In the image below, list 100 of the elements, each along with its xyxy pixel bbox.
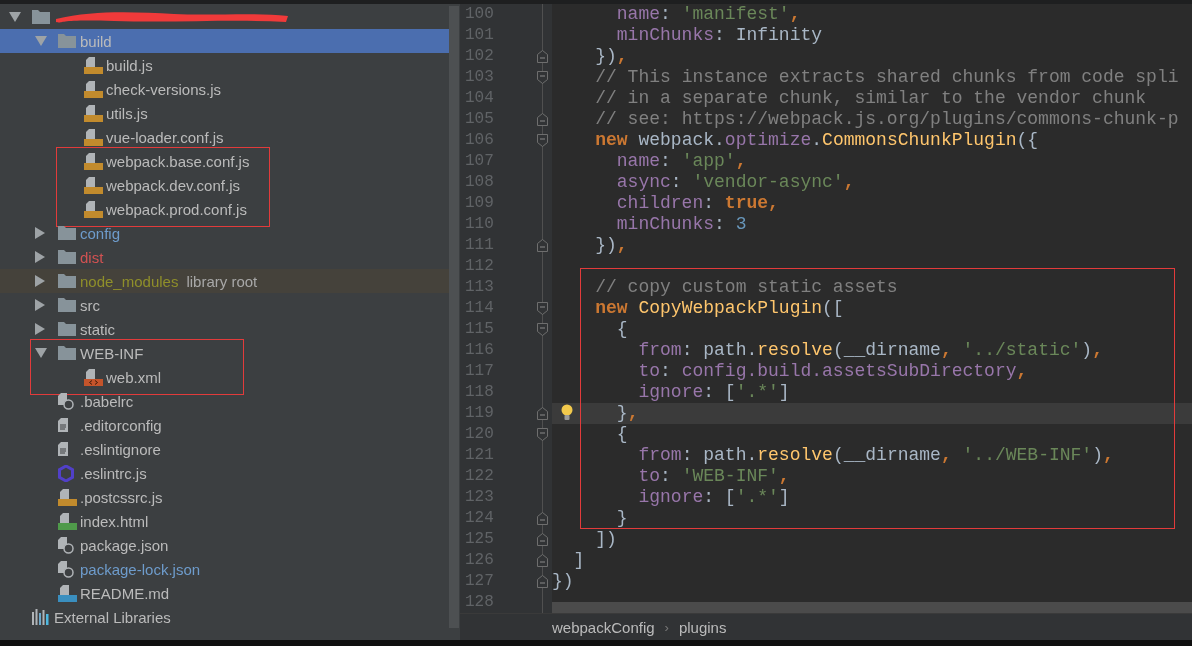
code-line: new CopyWebpackPlugin([ <box>595 298 844 319</box>
code-line: name: 'manifest', <box>616 4 801 25</box>
caret-right-icon[interactable] <box>34 298 46 312</box>
js-file-icon <box>84 200 103 218</box>
tree-item[interactable]: .editorconfig <box>0 413 449 437</box>
tree-item[interactable]: WEB-INF <box>0 341 449 365</box>
code-line: }) <box>552 571 574 592</box>
tree-item[interactable]: utils.js <box>0 101 449 125</box>
caret-right-icon[interactable] <box>34 322 46 336</box>
tree-item[interactable]: README.md <box>0 581 449 605</box>
code-line: ignore: ['.*'] <box>638 487 790 508</box>
fold-marker-icon[interactable] <box>537 239 548 252</box>
tree-item[interactable]: web.xml <box>0 365 449 389</box>
tree-item[interactable]: check-versions.js <box>0 77 449 101</box>
breadcrumb[interactable]: webpackConfig <box>552 618 655 636</box>
js-file-icon <box>84 104 103 122</box>
js-file-icon <box>58 488 77 506</box>
fold-marker-icon[interactable] <box>537 533 548 546</box>
file-name: .postcssrc.js <box>80 488 163 506</box>
code-line: // see: https://webpack.js.org/plugins/commons-chunk-p <box>595 109 1179 130</box>
folder-name: src <box>80 296 100 314</box>
tree-item[interactable]: index.html <box>0 509 449 533</box>
file-name: webpack.base.conf.js <box>106 152 250 170</box>
tree-item[interactable]: webpack.prod.conf.js <box>0 197 449 221</box>
file-name: utils.js <box>106 104 148 122</box>
file-name: webpack.dev.conf.js <box>106 176 240 194</box>
code-line: { <box>616 319 628 340</box>
code-line: }), <box>595 46 628 67</box>
folder-icon <box>58 346 76 360</box>
code-line: from: path.resolve(__dirname, '../WEB-INF'), <box>638 445 1114 466</box>
tree-item[interactable]: static <box>0 317 449 341</box>
file-name: .babelrc <box>80 392 134 410</box>
js-file-icon <box>84 128 103 146</box>
fold-marker-icon[interactable] <box>537 407 548 420</box>
tree-item[interactable]: package-lock.json <box>0 557 449 581</box>
file-name: package.json <box>80 536 169 554</box>
code-line: children: true, <box>616 193 779 214</box>
caret-right-icon[interactable] <box>34 274 46 288</box>
scrollbar[interactable] <box>449 6 459 628</box>
lightbulb-icon[interactable] <box>561 404 573 422</box>
fold-marker-icon[interactable] <box>537 575 548 588</box>
library-root-note: library root <box>186 272 258 290</box>
fold-marker-icon[interactable] <box>537 302 548 315</box>
code-line: // This instance extracts shared chunks from code spli <box>595 67 1179 88</box>
caret-right-icon[interactable] <box>34 226 46 240</box>
tree-item[interactable]: webpack.dev.conf.js <box>0 173 449 197</box>
folder-name: static <box>80 320 115 338</box>
tree-item[interactable]: .postcssrc.js <box>0 485 449 509</box>
breadcrumb-separator: › <box>664 619 669 635</box>
folder-name: dist <box>80 248 104 266</box>
tree-item[interactable]: .babelrc <box>0 389 449 413</box>
caret-down-icon[interactable] <box>34 347 48 359</box>
file-name: webpack.prod.conf.js <box>106 200 247 218</box>
tree-item[interactable]: src <box>0 293 449 317</box>
xml-file-icon <box>84 368 103 386</box>
fold-marker-icon[interactable] <box>537 71 548 84</box>
html-file-icon <box>58 512 77 530</box>
tree-item[interactable]: config <box>0 221 449 245</box>
config-file-icon <box>58 560 74 578</box>
code-line: to: config.build.assetsSubDirectory, <box>638 361 1028 382</box>
code-line: to: 'WEB-INF', <box>638 466 790 487</box>
folder-icon <box>58 274 76 288</box>
breadcrumb[interactable]: plugins <box>678 618 727 636</box>
fold-marker-icon[interactable] <box>537 50 548 63</box>
folder-icon <box>58 322 76 336</box>
tree-item[interactable]: webpack.base.conf.js <box>0 149 449 173</box>
file-name: .eslintrc.js <box>80 464 147 482</box>
code-line: from: path.resolve(__dirname, '../static'), <box>638 340 1103 361</box>
tree-item[interactable]: External Libraries <box>0 605 449 629</box>
tree-item[interactable]: .eslintignore <box>0 437 449 461</box>
js-file-icon <box>84 152 103 170</box>
folder-icon <box>58 298 76 312</box>
folder-icon <box>58 34 76 48</box>
library-books-icon <box>32 609 49 625</box>
tree-item[interactable]: .eslintrc.js <box>0 461 449 485</box>
caret-right-icon[interactable] <box>34 250 46 264</box>
code-line: { <box>616 424 628 445</box>
folder-name: build <box>80 32 112 50</box>
js-file-icon <box>84 56 103 74</box>
tree-item[interactable]: node_modules library root <box>0 269 449 293</box>
code-line: ] <box>573 550 585 571</box>
file-name: package-lock.json <box>80 560 201 578</box>
tree-item[interactable]: vue-loader.conf.js <box>0 125 449 149</box>
fold-marker-icon[interactable] <box>537 134 548 147</box>
code-line: minChunks: 3 <box>616 214 747 235</box>
file-name: README.md <box>80 584 170 602</box>
caret-down-icon[interactable] <box>34 35 48 47</box>
code-line: ignore: ['.*'] <box>638 382 790 403</box>
scrollbar[interactable] <box>552 602 1192 613</box>
tree-item[interactable]: build.js <box>0 53 449 77</box>
fold-marker-icon[interactable] <box>537 323 548 336</box>
fold-marker-icon[interactable] <box>537 512 548 525</box>
folder-name: config <box>80 224 121 242</box>
folder-name: WEB-INF <box>80 344 144 362</box>
caret-down-icon[interactable] <box>8 11 22 23</box>
fold-marker-icon[interactable] <box>537 554 548 567</box>
tree-item[interactable]: package.json <box>0 533 449 557</box>
fold-marker-icon[interactable] <box>537 113 548 126</box>
code-line: } <box>616 508 628 529</box>
fold-marker-icon[interactable] <box>537 428 548 441</box>
